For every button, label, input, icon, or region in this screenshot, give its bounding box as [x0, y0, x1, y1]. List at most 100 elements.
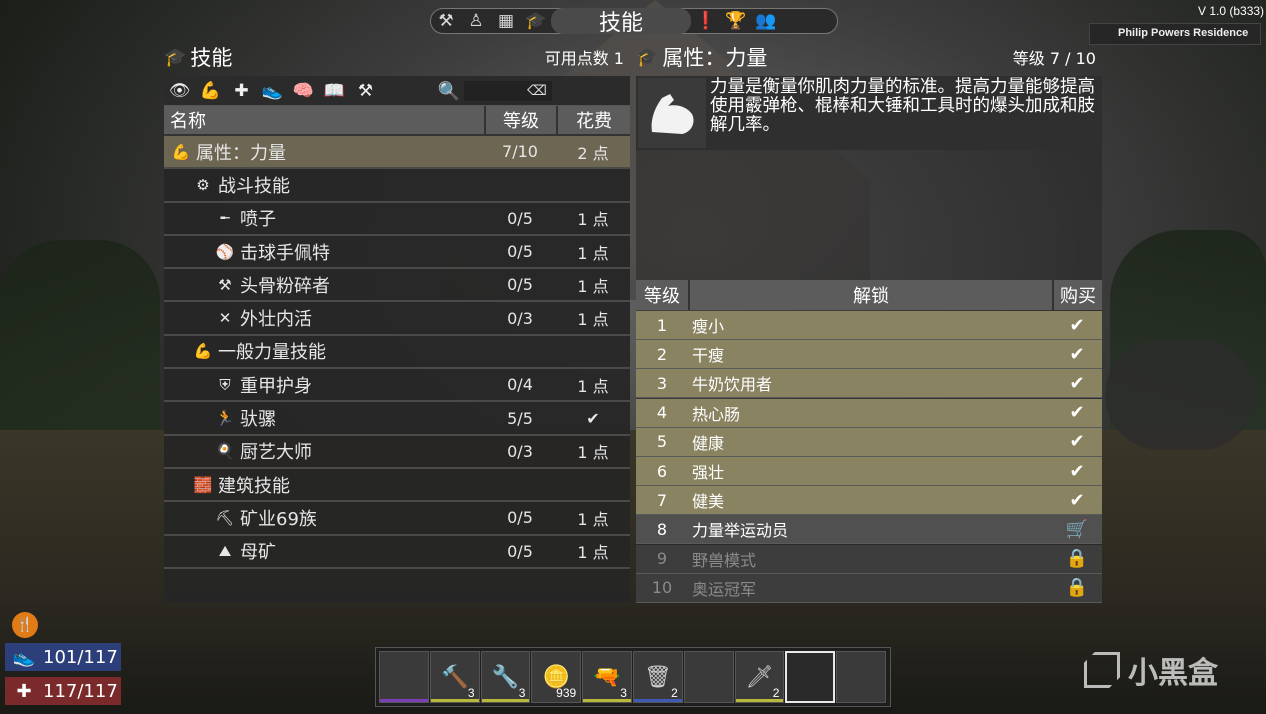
- column-cost[interactable]: 花费: [556, 106, 630, 134]
- unlock-name: 干瘦: [692, 346, 725, 366]
- quality-bar: [430, 699, 479, 702]
- skill-row[interactable]: ⛨ 重甲护身 0/4 1 点: [164, 369, 630, 403]
- hotbar-slot[interactable]: 🔫 3: [582, 651, 632, 703]
- hotbar-slot[interactable]: 🗡 2: [734, 651, 785, 703]
- unlock-row[interactable]: 2 干瘦 ✔: [636, 340, 1102, 370]
- shoe-icon[interactable]: 👟: [257, 76, 288, 106]
- skill-filter-toolbar: 👁 💪 ✚ 👟 🧠 📖 ⚒ 🔍 ⌫: [164, 76, 630, 106]
- unlock-name: 热心肠: [692, 404, 741, 424]
- watermark-logo-icon: [1084, 652, 1120, 688]
- crafting-tab-hammer-icon[interactable]: ⚒: [431, 8, 461, 34]
- character-tab-icon[interactable]: ♙: [461, 8, 491, 34]
- skill-row[interactable]: ⚒ 头骨粉碎者 0/5 1 点: [164, 269, 630, 303]
- background-trees: [0, 240, 160, 440]
- attribute-detail-panel: 力量是衡量你肌肉力量的标准。提高力量能够提高使用霰弹枪、棍棒和大锤和工具时的爆头…: [636, 76, 1102, 603]
- book-icon[interactable]: 📖: [319, 76, 350, 106]
- skill-row[interactable]: ⚾ 击球手佩特 0/5 1 点: [164, 236, 630, 270]
- skill-row[interactable]: 🍳 厨艺大师 0/3 1 点: [164, 436, 630, 469]
- plus-icon[interactable]: ✚: [226, 76, 257, 106]
- unlock-row[interactable]: 9 野兽模式 🔒: [636, 544, 1102, 574]
- lock-icon: 🔒: [1065, 577, 1089, 599]
- skill-name: 矿业69族: [240, 508, 317, 530]
- skill-row[interactable]: ⛰ 母矿 0/5 1 点: [164, 536, 630, 569]
- column-name[interactable]: 名称: [164, 106, 484, 134]
- skill-name-cell: ╾ 喷子: [164, 205, 484, 231]
- challenges-tab-icon[interactable]: ❗: [691, 8, 721, 34]
- unlock-name: 瘦小: [692, 317, 725, 336]
- stamina-value: 101/117: [43, 646, 118, 668]
- skill-name: 建筑技能: [218, 475, 290, 497]
- skill-cost[interactable]: 1 点: [556, 240, 630, 264]
- active-tab-title[interactable]: 技能: [551, 8, 691, 36]
- checkmark-icon: ✔: [1069, 343, 1085, 365]
- unlock-level: 6: [656, 461, 668, 481]
- trophy-tab-icon[interactable]: 🏆: [721, 8, 751, 34]
- arm-icon[interactable]: 💪: [195, 76, 226, 106]
- skill-name: 厨艺大师: [240, 442, 312, 464]
- unlock-row[interactable]: 3 牛奶饮用者 ✔: [636, 369, 1102, 399]
- skill-cost[interactable]: 2 点: [556, 140, 630, 164]
- hotbar-slot[interactable]: [379, 651, 429, 703]
- skill-row[interactable]: ⚙ 战斗技能: [164, 169, 630, 203]
- skill-row[interactable]: 🧱 建筑技能: [164, 469, 630, 503]
- skill-row[interactable]: ╾ 喷子 0/5 1 点: [164, 203, 630, 236]
- hotbar-slot[interactable]: [785, 651, 836, 703]
- skill-cost[interactable]: 1 点: [556, 539, 630, 563]
- hotbar-slot[interactable]: [683, 651, 734, 703]
- skill-cost[interactable]: 1 点: [556, 206, 630, 230]
- background-sign: [1105, 340, 1255, 450]
- skills-list-panel: 👁 💪 ✚ 👟 🧠 📖 ⚒ 🔍 ⌫ 名称 等级 花费 💪 属性：力量 7/10 …: [164, 76, 630, 602]
- skill-name: 重甲护身: [240, 375, 312, 397]
- hotbar-slot[interactable]: 🔧 3: [480, 651, 531, 703]
- hotbar-slot[interactable]: 🗑 2: [632, 651, 683, 703]
- hotbar-slot[interactable]: [836, 651, 886, 703]
- skill-row[interactable]: 💪 一般力量技能: [164, 336, 630, 370]
- skill-cost[interactable]: 1 点: [556, 306, 630, 330]
- skill-row[interactable]: ✕ 外壮内活 0/3 1 点: [164, 302, 630, 336]
- skill-row[interactable]: 🏃 驮骡 5/5 ✔: [164, 402, 630, 436]
- hotbar-slot[interactable]: 🔨 3: [429, 651, 480, 703]
- eye-icon[interactable]: 👁: [164, 76, 195, 106]
- hammer-icon[interactable]: ⚒: [350, 76, 381, 106]
- map-tab-icon[interactable]: ▦: [491, 8, 521, 34]
- version-label: V 1.0 (b333): [1198, 4, 1265, 18]
- food-status-icon: 🍴: [12, 612, 38, 638]
- location-label: Philip Powers Residence: [1089, 23, 1261, 45]
- skill-level: 0/4: [507, 375, 533, 395]
- hotbar-slot[interactable]: 🪙 939: [531, 651, 582, 703]
- skill-row[interactable]: 💪 属性：力量 7/10 2 点: [164, 136, 630, 170]
- unlock-row[interactable]: 8 力量举运动员 🛒: [636, 515, 1102, 545]
- unlock-row[interactable]: 6 强壮 ✔: [636, 457, 1102, 486]
- checkmark-icon: ✔: [1069, 431, 1085, 453]
- checkmark-icon: ✔: [1069, 372, 1085, 394]
- watermark: 小黑盒: [1084, 648, 1218, 692]
- unlock-row[interactable]: 7 健美 ✔: [636, 486, 1102, 516]
- unlock-level: 1: [656, 315, 668, 335]
- unlock-level: 2: [656, 344, 668, 364]
- column-level[interactable]: 等级: [484, 106, 556, 134]
- skill-cost[interactable]: 1 点: [556, 273, 630, 297]
- skill-name-cell: ✕ 外壮内活: [164, 305, 484, 331]
- unlock-level: 3: [656, 373, 668, 393]
- clear-search-icon[interactable]: ⌫: [524, 81, 550, 101]
- attribute-title: 属性：力量: [662, 46, 768, 70]
- brain-icon[interactable]: 🧠: [288, 76, 319, 106]
- skill-name-cell: ⛰ 母矿: [164, 538, 484, 564]
- skills-tab-icon[interactable]: 🎓: [521, 8, 551, 34]
- cart-icon[interactable]: 🛒: [1052, 519, 1102, 540]
- skill-name: 击球手佩特: [240, 242, 330, 264]
- skill-name-cell: ⛏ 矿业69族: [164, 505, 484, 531]
- unlock-row[interactable]: 1 瘦小 ✔: [636, 311, 1102, 340]
- search-icon[interactable]: 🔍: [436, 78, 462, 104]
- players-tab-icon[interactable]: 👥: [751, 8, 781, 34]
- skill-cost[interactable]: 1 点: [556, 506, 630, 530]
- unlock-level: 7: [656, 490, 668, 510]
- skill-cost[interactable]: 1 点: [556, 373, 630, 397]
- skill-row[interactable]: ⛏ 矿业69族 0/5 1 点: [164, 502, 630, 536]
- unlock-row[interactable]: 5 健康 ✔: [636, 427, 1102, 457]
- top-menu-bar: ⚒ ♙ ▦ 🎓 技能 ❗ 🏆 👥: [430, 8, 838, 36]
- skills-table-header: 名称 等级 花费: [164, 106, 630, 136]
- skill-cost[interactable]: 1 点: [556, 439, 630, 463]
- unlock-row[interactable]: 10 奥运冠军 🔒: [636, 573, 1102, 603]
- unlock-row[interactable]: 4 热心肠 ✔: [636, 398, 1102, 428]
